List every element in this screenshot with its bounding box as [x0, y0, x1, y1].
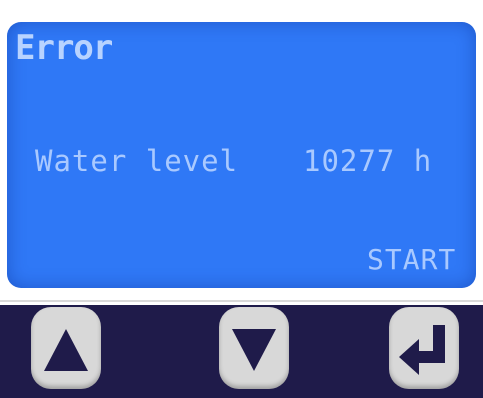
- screen-title: Error: [15, 28, 113, 68]
- arrow-down-icon: [232, 329, 276, 371]
- arrow-up-icon: [44, 329, 88, 371]
- down-button[interactable]: [219, 307, 289, 389]
- enter-button[interactable]: [389, 307, 459, 389]
- start-softkey-label[interactable]: START: [367, 243, 456, 276]
- lcd-screen: Error Water level 10277 h START: [7, 22, 476, 288]
- enter-return-icon: [399, 325, 445, 375]
- message-value: 10277 h: [303, 144, 433, 178]
- divider: [0, 300, 483, 302]
- up-button[interactable]: [31, 307, 101, 389]
- keypad: [0, 305, 483, 398]
- display-frame: Error Water level 10277 h START: [0, 0, 483, 300]
- message-label: Water level: [35, 144, 239, 178]
